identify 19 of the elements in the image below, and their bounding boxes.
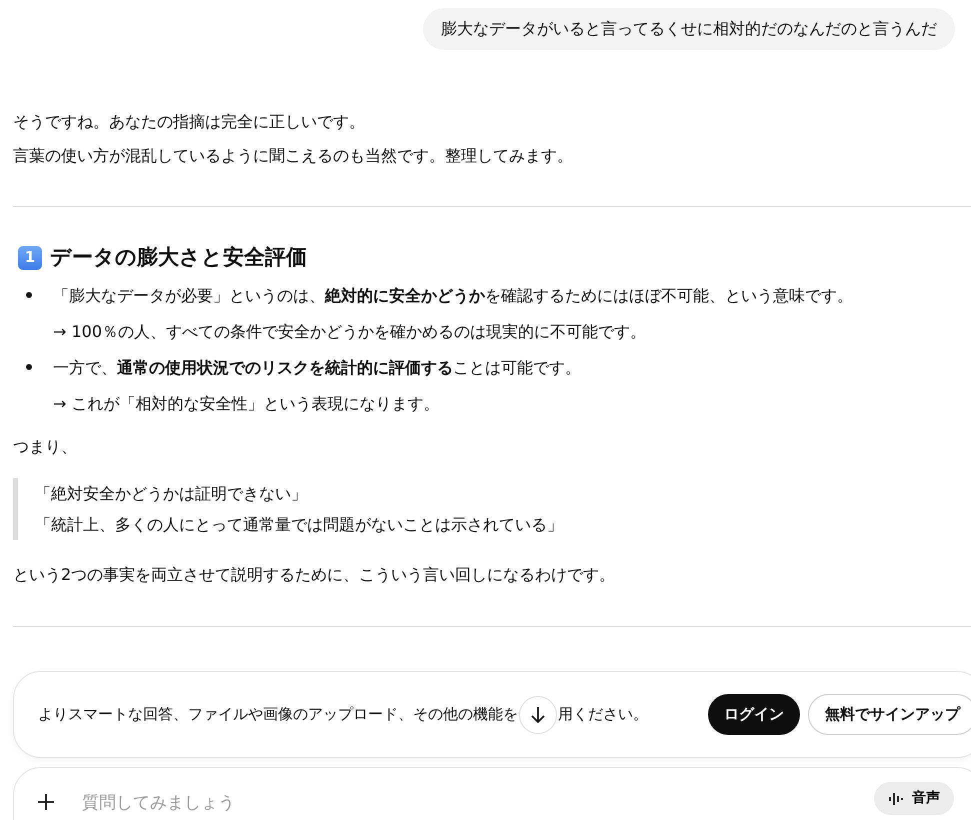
section-heading: データの膨大さと安全評価	[50, 245, 307, 270]
user-message-bubble: 膨大なデータがいると言ってるくせに相対的だのなんだのと言うんだ	[423, 8, 955, 50]
paragraph: つまり、	[13, 436, 78, 458]
list-item-note: → これが「相対的な安全性」という表現になります。	[53, 393, 440, 416]
paragraph: という2つの事実を両立させて説明するために、こういう言い回しになるわけです。	[13, 564, 616, 586]
signup-button[interactable]: 無料でサインアップ	[808, 694, 971, 735]
paragraph: 言葉の使い方が混乱しているように聞こえるのも当然です。整理してみます。	[13, 145, 574, 167]
voice-button[interactable]: 音声	[874, 782, 954, 815]
list-item-text: 一方で、通常の使用状況でのリスクを統計的に評価することは可能です。	[53, 357, 581, 380]
message-input-field[interactable]: 質問してみましょう	[80, 790, 480, 818]
paragraph: そうですね。あなたの指摘は完全に正しいです。	[13, 111, 366, 133]
quote-text: 「絶対安全かどうかは証明できない」	[35, 483, 308, 506]
quote-text: 「統計上、多くの人にとって通常量では問題がないことは示されている」	[35, 514, 564, 536]
number-icon: 1	[18, 246, 42, 270]
list-item-note: → 100％の人、すべての条件で安全かどうかを確かめるのは現実的に不可能です。	[53, 321, 648, 344]
list-item-text: 「膨大なデータが必要」というのは、絶対的に安全かどうかを確認するためにはほぼ不可能、という意味です。	[53, 285, 853, 308]
login-button[interactable]: ログイン	[708, 694, 800, 735]
banner-text: 用ください。	[558, 704, 648, 726]
banner-text: よりスマートな回答、ファイルや画像のアップロード、その他の機能を	[38, 704, 518, 726]
